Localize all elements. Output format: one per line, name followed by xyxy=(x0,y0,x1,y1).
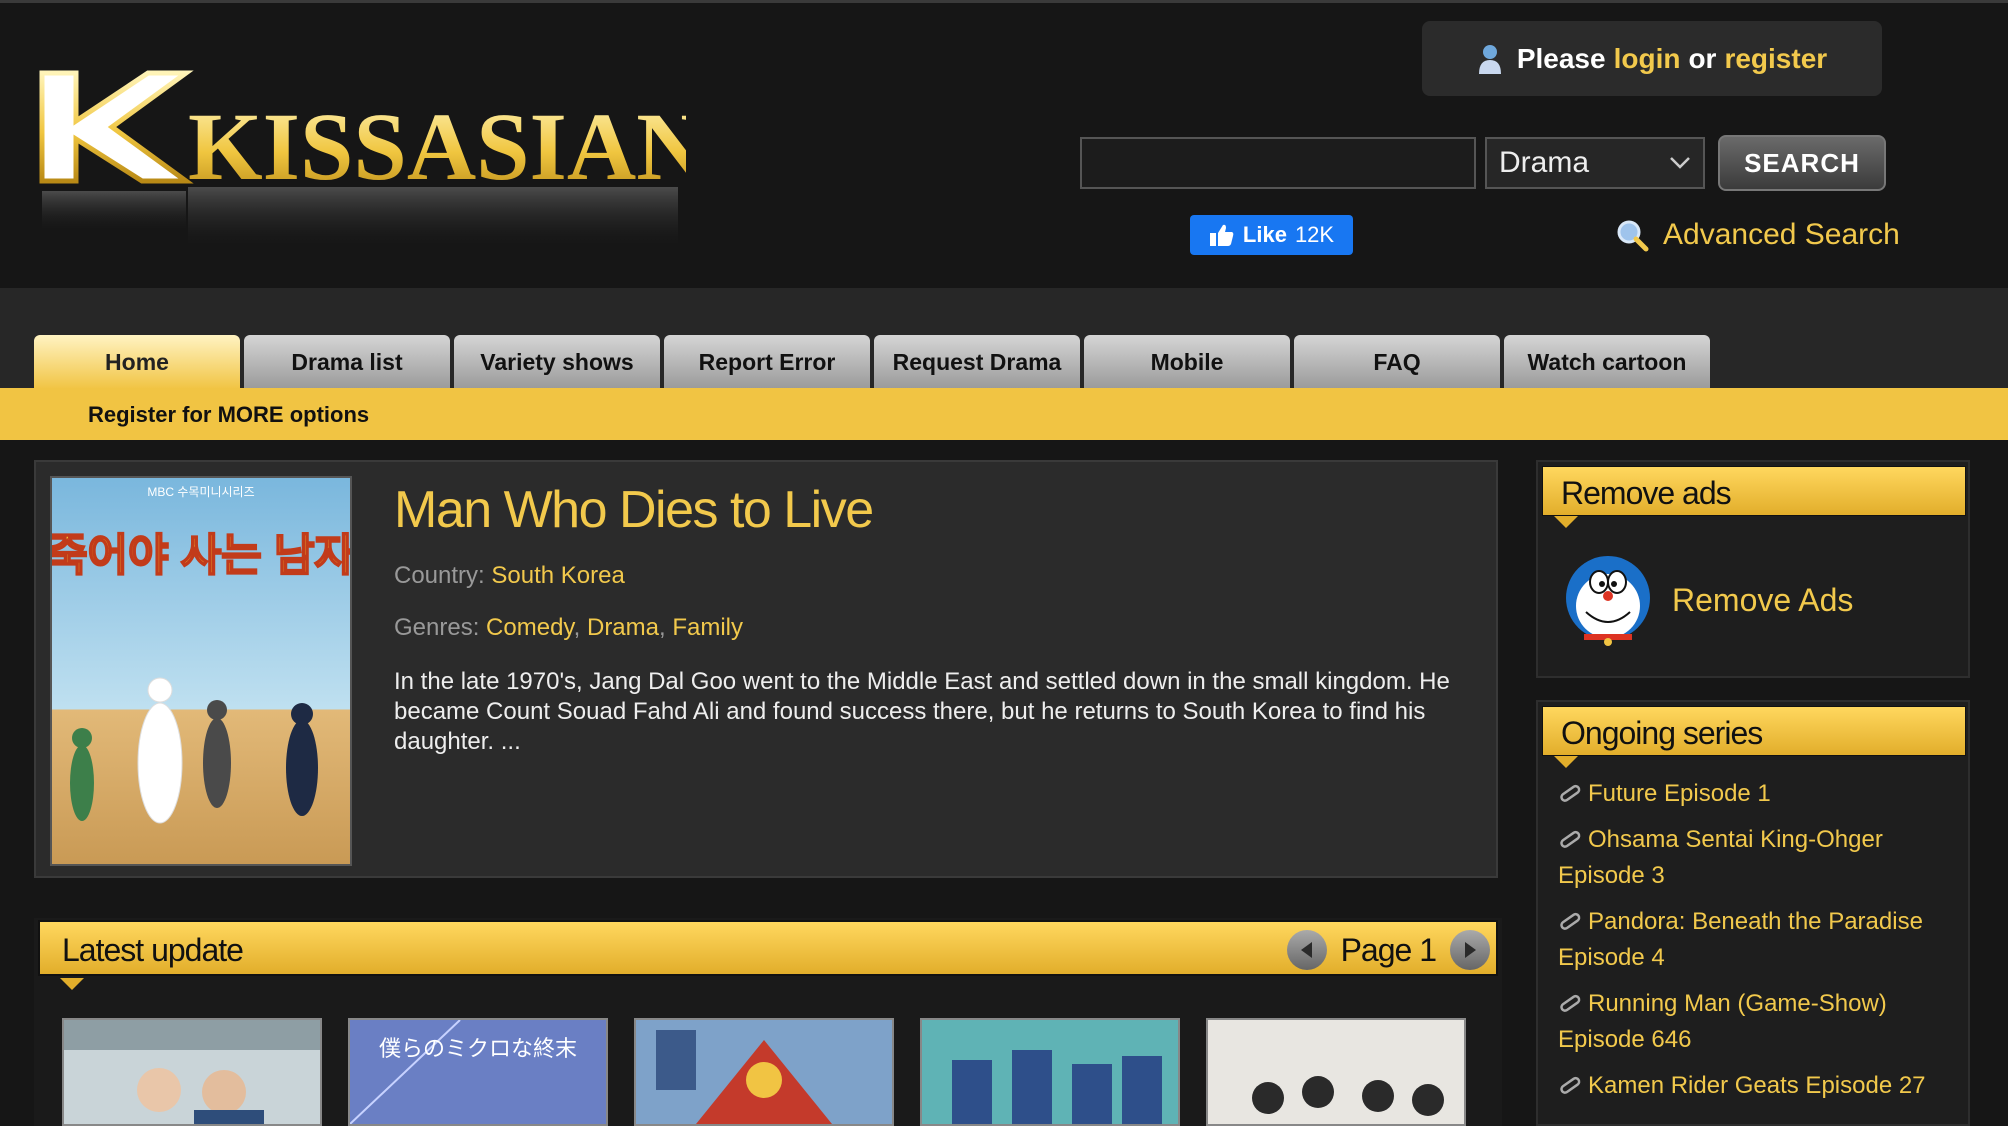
genres-label: Genres: xyxy=(394,614,480,641)
login-link[interactable]: login xyxy=(1614,43,1681,75)
pagination: Page 1 xyxy=(1286,930,1490,970)
like-count: 12K xyxy=(1294,222,1335,247)
sub-nav-bar: Register for MORE options xyxy=(0,388,2008,440)
link-icon xyxy=(1560,830,1581,848)
tab-faq[interactable]: FAQ xyxy=(1294,335,1500,389)
chevron-down-icon xyxy=(1670,157,1690,169)
tab-variety-shows[interactable]: Variety shows xyxy=(454,335,660,389)
search-type-select[interactable]: Drama xyxy=(1485,137,1705,189)
link-icon xyxy=(1560,1076,1581,1094)
ongoing-item-label: Ohsama Sentai King-Ohger Episode 3 xyxy=(1558,826,1883,889)
poster-title-text: 죽어야 사는 남자 xyxy=(52,531,350,580)
thumbs-up-icon xyxy=(1209,224,1234,246)
user-icon xyxy=(1478,44,1501,74)
latest-update-header: Latest update Page 1 xyxy=(38,920,1498,976)
register-link[interactable]: register xyxy=(1724,43,1827,75)
header-notch xyxy=(1554,756,1578,768)
country-label: Country: xyxy=(394,562,485,589)
link-icon xyxy=(1560,784,1581,802)
featured-description: In the late 1970's, Jang Dal Goo went to… xyxy=(394,668,1450,755)
thumbnail-2-caption: 僕らのミクロな終末 xyxy=(379,1036,577,1061)
featured-title[interactable]: Man Who Dies to Live xyxy=(394,480,874,540)
logo-text: KISSASIAN xyxy=(188,93,686,200)
ongoing-series-header: Ongoing series xyxy=(1542,706,1966,756)
register-more-link[interactable]: Register for MORE options xyxy=(88,402,369,428)
ongoing-item-label: Pandora: Beneath the Paradise Episode 4 xyxy=(1558,908,1923,971)
ongoing-item[interactable]: Running Man (Game-Show) Episode 646 xyxy=(1558,986,1958,1058)
ongoing-item[interactable]: Pandora: Beneath the Paradise Episode 4 xyxy=(1558,904,1958,976)
ongoing-series-box: Ongoing series Future Episode 1 Ohsama S… xyxy=(1536,700,1970,1126)
login-or-text: or xyxy=(1688,42,1717,74)
featured-country: Country: South Korea xyxy=(394,562,625,590)
login-prompt: Please xyxy=(1516,42,1606,74)
tab-watch-cartoon[interactable]: Watch cartoon xyxy=(1504,335,1710,389)
ongoing-item[interactable]: Kamen Rider Geats Episode 27 xyxy=(1558,1068,1958,1104)
genre-link-drama[interactable]: Drama xyxy=(587,614,659,641)
magnifier-icon xyxy=(1617,220,1649,252)
site-header: KISSASIAN Please login or register Drama… xyxy=(0,0,2008,288)
page-label: Page 1 xyxy=(1340,931,1437,968)
advanced-search-label: Advanced Search xyxy=(1663,218,1900,251)
like-label: Like xyxy=(1242,222,1287,247)
tab-report-error[interactable]: Report Error xyxy=(664,335,870,389)
header-notch xyxy=(1554,516,1578,528)
tab-drama-list[interactable]: Drama list xyxy=(244,335,450,389)
remove-ads-title: Remove ads xyxy=(1561,475,1732,511)
remove-ads-link[interactable]: Remove Ads xyxy=(1562,554,1853,646)
poster-image: MBC 수목미니시리즈 죽어야 사는 남자 xyxy=(52,478,350,864)
thumbnail-5[interactable] xyxy=(1206,1018,1466,1126)
link-icon xyxy=(1560,912,1581,930)
search-button[interactable]: SEARCH xyxy=(1718,135,1886,191)
arrow-right-icon[interactable] xyxy=(1450,930,1490,970)
ongoing-item-label: Kamen Rider Geats Episode 27 xyxy=(1588,1072,1926,1099)
latest-update-title: Latest update xyxy=(62,932,244,968)
latest-thumbnails: 僕らのミクロな終末 xyxy=(62,1018,1466,1126)
thumbnail-2[interactable]: 僕らのミクロな終末 xyxy=(348,1018,608,1126)
remove-ads-label: Remove Ads xyxy=(1672,581,1854,618)
ongoing-series-list: Future Episode 1 Ohsama Sentai King-Ohge… xyxy=(1558,776,1958,1114)
ongoing-item[interactable]: Ohsama Sentai King-Ohger Episode 3 xyxy=(1558,822,1958,894)
facebook-like-button[interactable]: Like 12K xyxy=(1190,215,1353,255)
tab-home[interactable]: Home xyxy=(34,335,240,389)
featured-poster[interactable]: MBC 수목미니시리즈 죽어야 사는 남자 xyxy=(50,476,352,866)
thumbnail-3[interactable] xyxy=(634,1018,894,1126)
search-type-value: Drama xyxy=(1499,146,1590,179)
featured-drama: MBC 수목미니시리즈 죽어야 사는 남자 Man Who Dies to Li… xyxy=(34,460,1498,878)
header-notch xyxy=(60,978,84,990)
arrow-left-icon[interactable] xyxy=(1286,930,1327,970)
genre-link-family[interactable]: Family xyxy=(672,614,743,641)
doraemon-icon xyxy=(1566,556,1650,646)
ongoing-item-label: Running Man (Game-Show) Episode 646 xyxy=(1558,990,1887,1053)
country-link[interactable]: South Korea xyxy=(491,562,624,589)
search-input[interactable] xyxy=(1080,137,1476,189)
tab-mobile[interactable]: Mobile xyxy=(1084,335,1290,389)
ongoing-item[interactable]: Future Episode 1 xyxy=(1558,776,1958,812)
tab-request-drama[interactable]: Request Drama xyxy=(874,335,1080,389)
link-icon xyxy=(1560,994,1581,1012)
main-nav: Home Drama list Variety shows Report Err… xyxy=(34,335,1710,389)
genre-link-comedy[interactable]: Comedy xyxy=(486,614,574,641)
latest-update-section: Latest update Page 1 僕らのミクロな終末 xyxy=(34,918,1502,1126)
ongoing-series-title: Ongoing series xyxy=(1561,715,1763,751)
advanced-search-link[interactable]: Advanced Search xyxy=(1615,213,1900,257)
thumbnail-1[interactable] xyxy=(62,1018,322,1126)
login-box: Please login or register xyxy=(1422,21,1882,96)
poster-header-text: MBC 수목미니시리즈 xyxy=(147,485,254,499)
ongoing-item-label: Future Episode 1 xyxy=(1588,780,1771,807)
remove-ads-header: Remove ads xyxy=(1542,466,1966,516)
remove-ads-box: Remove ads Remove Ads xyxy=(1536,460,1970,678)
site-logo[interactable]: KISSASIAN xyxy=(36,61,686,261)
thumbnail-4[interactable] xyxy=(920,1018,1180,1126)
featured-genres: Genres: Comedy, Drama, Family xyxy=(394,614,744,641)
